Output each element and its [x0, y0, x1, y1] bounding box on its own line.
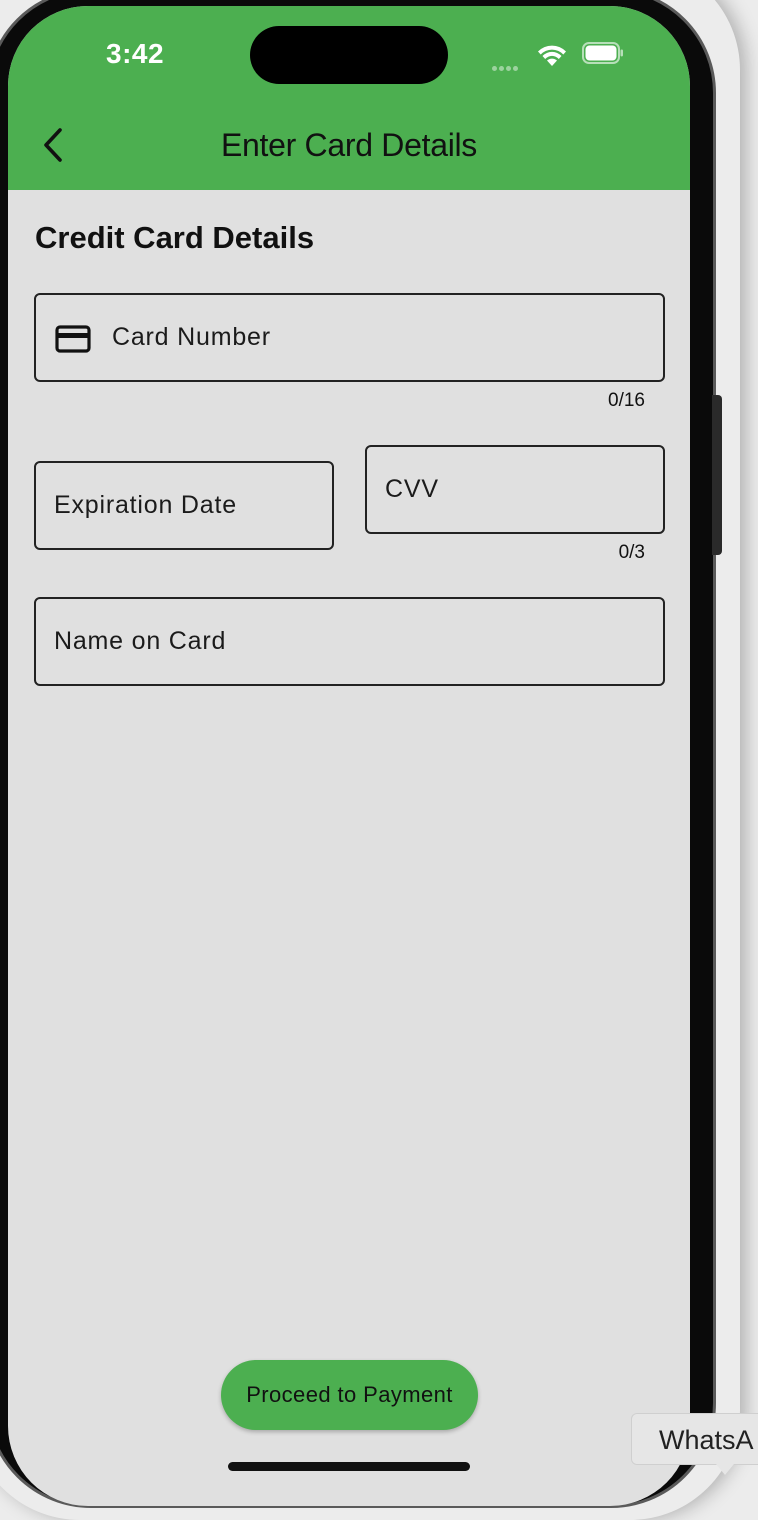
- home-indicator[interactable]: [228, 1462, 470, 1471]
- app-bar: 3:42 Enter Card Details: [8, 6, 690, 190]
- cvv-input[interactable]: [367, 447, 663, 532]
- section-title: Credit Card Details: [35, 220, 315, 255]
- card-number-field[interactable]: [34, 293, 665, 382]
- expiration-date-field[interactable]: [34, 461, 334, 550]
- dock-tooltip: WhatsA: [631, 1413, 758, 1465]
- card-number-counter: 0/16: [608, 390, 645, 411]
- status-time: 3:42: [106, 38, 165, 69]
- name-on-card-field[interactable]: [34, 597, 665, 686]
- wifi-icon: [538, 45, 566, 66]
- proceed-to-payment-button[interactable]: Proceed to Payment: [221, 1360, 478, 1430]
- dock-tooltip-tail: [716, 1464, 734, 1475]
- expiration-date-input[interactable]: [36, 463, 332, 548]
- phone-screen: 3:42 Enter Card Details Credit Card Deta…: [8, 6, 690, 1506]
- battery-icon: [582, 42, 623, 64]
- dynamic-island: [250, 26, 448, 84]
- cellular-signal-icon: [492, 58, 528, 71]
- page-title: Enter Card Details: [220, 127, 478, 163]
- name-on-card-input[interactable]: [36, 599, 663, 684]
- credit-card-icon: [55, 325, 91, 353]
- cvv-field[interactable]: [365, 445, 665, 534]
- card-number-input[interactable]: [36, 295, 663, 380]
- phone-side-button: [712, 395, 722, 555]
- cvv-counter: 0/3: [618, 542, 645, 563]
